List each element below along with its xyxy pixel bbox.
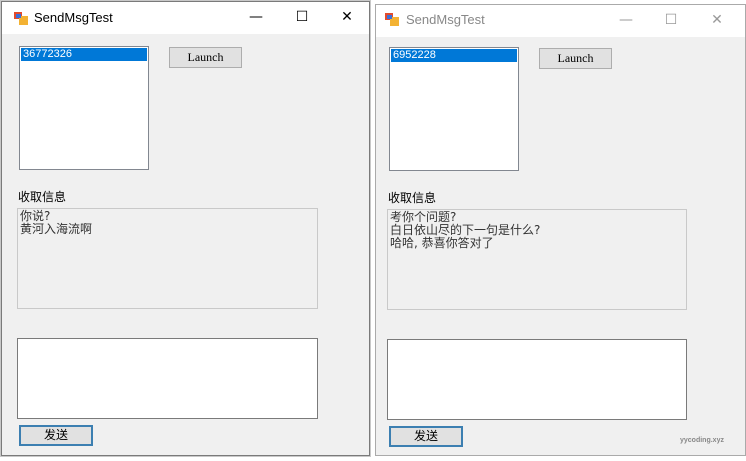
- close-button[interactable]: ✕: [694, 5, 740, 37]
- process-listbox[interactable]: 6952228: [389, 47, 519, 171]
- list-item-selected[interactable]: 6952228: [391, 49, 517, 62]
- close-button[interactable]: ✕: [324, 2, 370, 34]
- title-bar[interactable]: SendMsgTest — ☐ ✕: [376, 5, 745, 37]
- window-title: SendMsgTest: [406, 12, 485, 27]
- sendmsg-window-a: SendMsgTest — ☐ ✕ 36772326 Launch 收取信息 你…: [1, 1, 370, 456]
- message-line: 哈哈, 恭喜你答对了: [390, 236, 494, 250]
- launch-button[interactable]: Launch: [539, 48, 612, 69]
- minimize-button[interactable]: —: [233, 2, 279, 34]
- send-button[interactable]: 发送: [389, 426, 463, 447]
- maximize-button[interactable]: ☐: [279, 2, 325, 34]
- minimize-button[interactable]: —: [603, 5, 649, 37]
- received-messages-box[interactable]: 考你个问题? 白日依山尽的下一句是什么? 哈哈, 恭喜你答对了: [387, 209, 687, 310]
- sendmsg-window-b: SendMsgTest — ☐ ✕ 6952228 Launch 收取信息 考你…: [375, 4, 746, 456]
- received-label: 收取信息: [388, 191, 437, 205]
- received-label: 收取信息: [18, 190, 67, 204]
- window-title: SendMsgTest: [34, 10, 113, 25]
- launch-button[interactable]: Launch: [169, 47, 242, 68]
- app-icon: [385, 13, 399, 26]
- received-messages-box[interactable]: 你说? 黄河入海流啊: [17, 208, 318, 309]
- process-listbox[interactable]: 36772326: [19, 46, 149, 170]
- list-item-selected[interactable]: 36772326: [21, 48, 147, 61]
- message-input[interactable]: [17, 338, 318, 419]
- send-button[interactable]: 发送: [19, 425, 93, 446]
- watermark: yycoding.xyz: [680, 437, 724, 444]
- message-line: 黄河入海流啊: [20, 222, 93, 236]
- title-bar[interactable]: SendMsgTest — ☐ ✕: [2, 2, 369, 34]
- message-input[interactable]: [387, 339, 687, 420]
- maximize-button[interactable]: ☐: [648, 5, 694, 37]
- app-icon: [14, 12, 28, 25]
